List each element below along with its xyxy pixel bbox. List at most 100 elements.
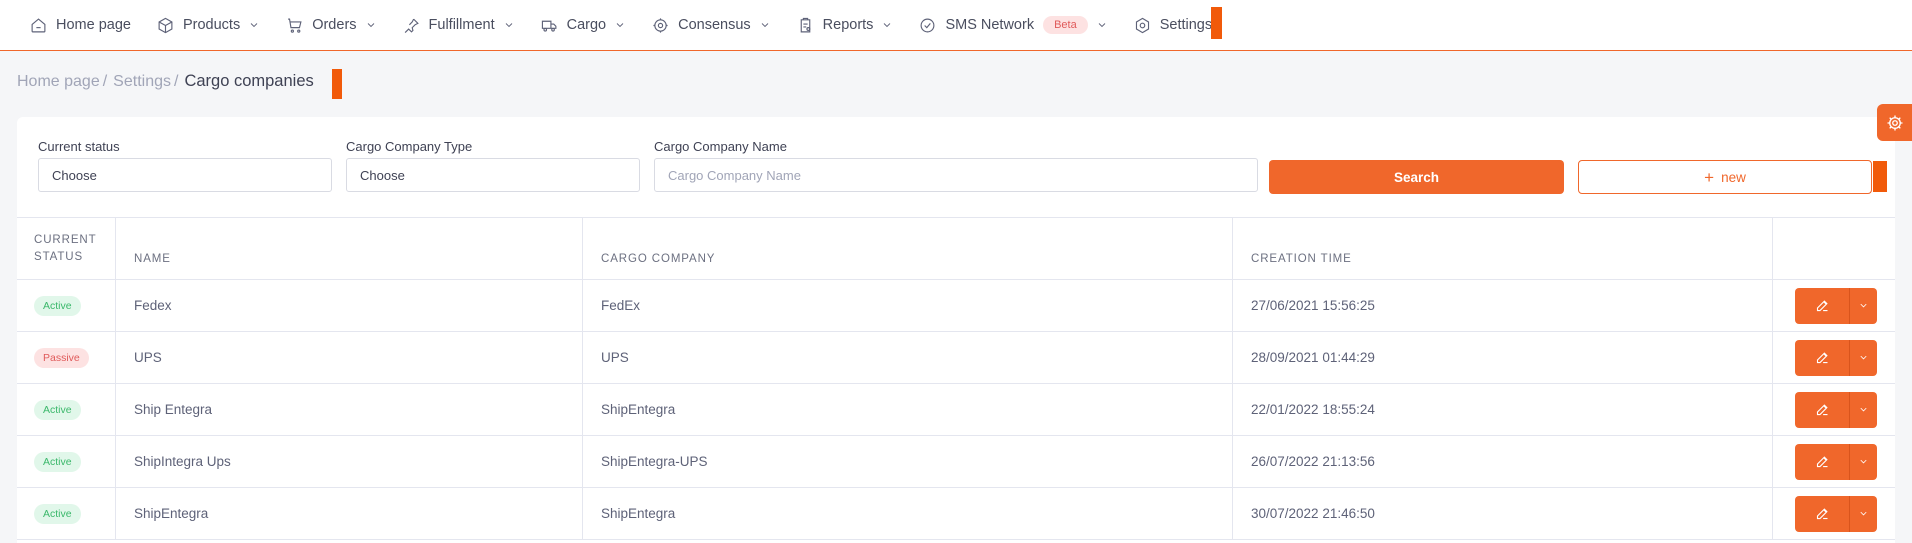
row-actions-dropdown[interactable] (1850, 392, 1877, 428)
breadcrumb-settings[interactable]: Settings (113, 73, 171, 91)
breadcrumb-separator: / (173, 73, 179, 90)
row-actions-dropdown[interactable] (1850, 288, 1877, 324)
settings-panel-toggle[interactable] (1877, 104, 1912, 141)
name-input[interactable]: Cargo Company Name (654, 158, 1258, 192)
nav-item-cargo[interactable]: Cargo (541, 0, 627, 51)
chevron-down-icon (616, 23, 624, 28)
name-cell: Ship Entegra (116, 384, 583, 435)
nav-label: SMS Network (945, 17, 1035, 33)
nav-item-consensus[interactable]: Consensus (652, 0, 771, 51)
edit-button[interactable] (1795, 443, 1850, 480)
name-filter: Cargo Company Name Cargo Company Name (654, 139, 1258, 192)
creation-time-cell: 30/07/2022 21:46:50 (1233, 488, 1773, 539)
name-cell: ShipIntegra Ups (116, 436, 583, 487)
edit-button[interactable] (1795, 495, 1850, 532)
header-cargo-company[interactable]: CARGO COMPANY (583, 218, 1233, 279)
nav-label: Settings (1159, 17, 1213, 33)
cargo-company-cell: ShipEntegra (583, 488, 1233, 539)
status-badge: Passive (34, 347, 89, 368)
highlight-marker (1211, 7, 1222, 39)
status-cell: Active (17, 384, 116, 435)
status-cell: Active (17, 488, 116, 539)
actions-cell (1773, 436, 1895, 487)
header-creation-time[interactable]: CREATION TIME (1233, 218, 1773, 279)
nav-label: Orders (312, 17, 357, 33)
nav-item-sms-network[interactable]: SMS Network Beta (919, 0, 1107, 51)
name-cell: UPS (116, 332, 583, 383)
chevron-down-icon (1098, 23, 1106, 28)
chevron-down-icon (761, 23, 768, 28)
cargo-companies-card: Current status Choose Cargo Company Type… (17, 117, 1895, 543)
status-select[interactable]: Choose (38, 158, 332, 192)
edit-button[interactable] (1795, 287, 1850, 324)
cargo-company-cell: ShipEntegra-UPS (583, 436, 1233, 487)
highlight-marker (332, 69, 342, 99)
chevron-down-icon (1860, 459, 1867, 464)
nav-item-orders[interactable]: Orders (286, 0, 376, 51)
chevron-down-icon (1860, 511, 1867, 516)
beta-badge: Beta (1043, 16, 1088, 34)
nav-item-home[interactable]: Home page (30, 0, 131, 51)
row-actions-dropdown[interactable] (1850, 340, 1877, 376)
table-header: CURRENT STATUS NAME CARGO COMPANY CREATI… (17, 218, 1895, 280)
breadcrumb-home[interactable]: Home page (17, 73, 100, 91)
status-badge: Active (34, 295, 81, 316)
nav-label: Fulfillment (428, 17, 495, 33)
breadcrumb: Home page / Settings / Cargo companies (17, 72, 314, 91)
header-status[interactable]: CURRENT STATUS (17, 218, 116, 279)
nav-label: Products (182, 17, 241, 33)
status-badge: Active (34, 451, 81, 472)
status-cell: Passive (17, 332, 116, 383)
page-title: Cargo companies (184, 72, 314, 90)
creation-time-cell: 27/06/2021 15:56:25 (1233, 280, 1773, 331)
cargo-company-cell: ShipEntegra (583, 384, 1233, 435)
chevron-down-icon (884, 23, 891, 28)
highlight-marker (1873, 161, 1887, 192)
nav-item-settings[interactable]: Settings (1134, 0, 1212, 51)
edit-icon (1816, 456, 1828, 468)
cargo-company-cell: FedEx (583, 280, 1233, 331)
status-cell: Active (17, 436, 116, 487)
header-status-line2: STATUS (34, 250, 84, 263)
edit-icon (1816, 300, 1828, 312)
nav-label: Reports (822, 17, 874, 33)
header-actions (1773, 218, 1895, 279)
edit-icon (1816, 508, 1828, 520)
table-body: Active Fedex FedEx 27/06/2021 15:56:25 Passi… (17, 280, 1895, 540)
status-filter-label: Current status (38, 139, 120, 154)
edit-button[interactable] (1795, 339, 1850, 376)
chevron-down-icon (367, 23, 374, 28)
table-row: Active ShipIntegra Ups ShipEntegra-UPS 26/0… (17, 436, 1895, 488)
report-icon (800, 17, 810, 32)
edit-icon (1816, 352, 1828, 364)
row-actions-dropdown[interactable] (1850, 496, 1877, 532)
edit-icon (1816, 404, 1828, 416)
truck-icon (541, 20, 557, 32)
table-row: Active ShipEntegra ShipEntegra 30/07/2022 2… (17, 488, 1895, 540)
new-button-label: new (1721, 169, 1746, 185)
creation-time-cell: 22/01/2022 18:55:24 (1233, 384, 1773, 435)
header-name[interactable]: NAME (116, 218, 583, 279)
actions-cell (1773, 384, 1895, 435)
new-button[interactable]: + new (1578, 160, 1872, 194)
nav-label: Home page (56, 17, 131, 33)
row-actions-dropdown[interactable] (1850, 444, 1877, 480)
cube-icon (158, 17, 173, 33)
row-actions (1795, 287, 1877, 324)
nav-item-fulfillment[interactable]: Fulfillment (403, 0, 515, 51)
cargo-companies-table: CURRENT STATUS NAME CARGO COMPANY CREATI… (17, 217, 1895, 540)
pin-icon (404, 18, 419, 33)
edit-button[interactable] (1795, 391, 1850, 428)
gear-icon (1887, 115, 1902, 130)
actions-cell (1773, 280, 1895, 331)
status-badge: Active (34, 399, 81, 420)
check-circle-icon (920, 18, 935, 32)
row-actions (1795, 391, 1877, 428)
search-button[interactable]: Search (1269, 160, 1564, 194)
row-actions (1795, 339, 1877, 376)
gear-hex-icon (1135, 17, 1149, 33)
nav-item-reports[interactable]: Reports (797, 0, 894, 51)
type-select[interactable]: Choose (346, 158, 640, 192)
nav-item-products[interactable]: Products (157, 0, 260, 51)
creation-time-cell: 26/07/2022 21:13:56 (1233, 436, 1773, 487)
